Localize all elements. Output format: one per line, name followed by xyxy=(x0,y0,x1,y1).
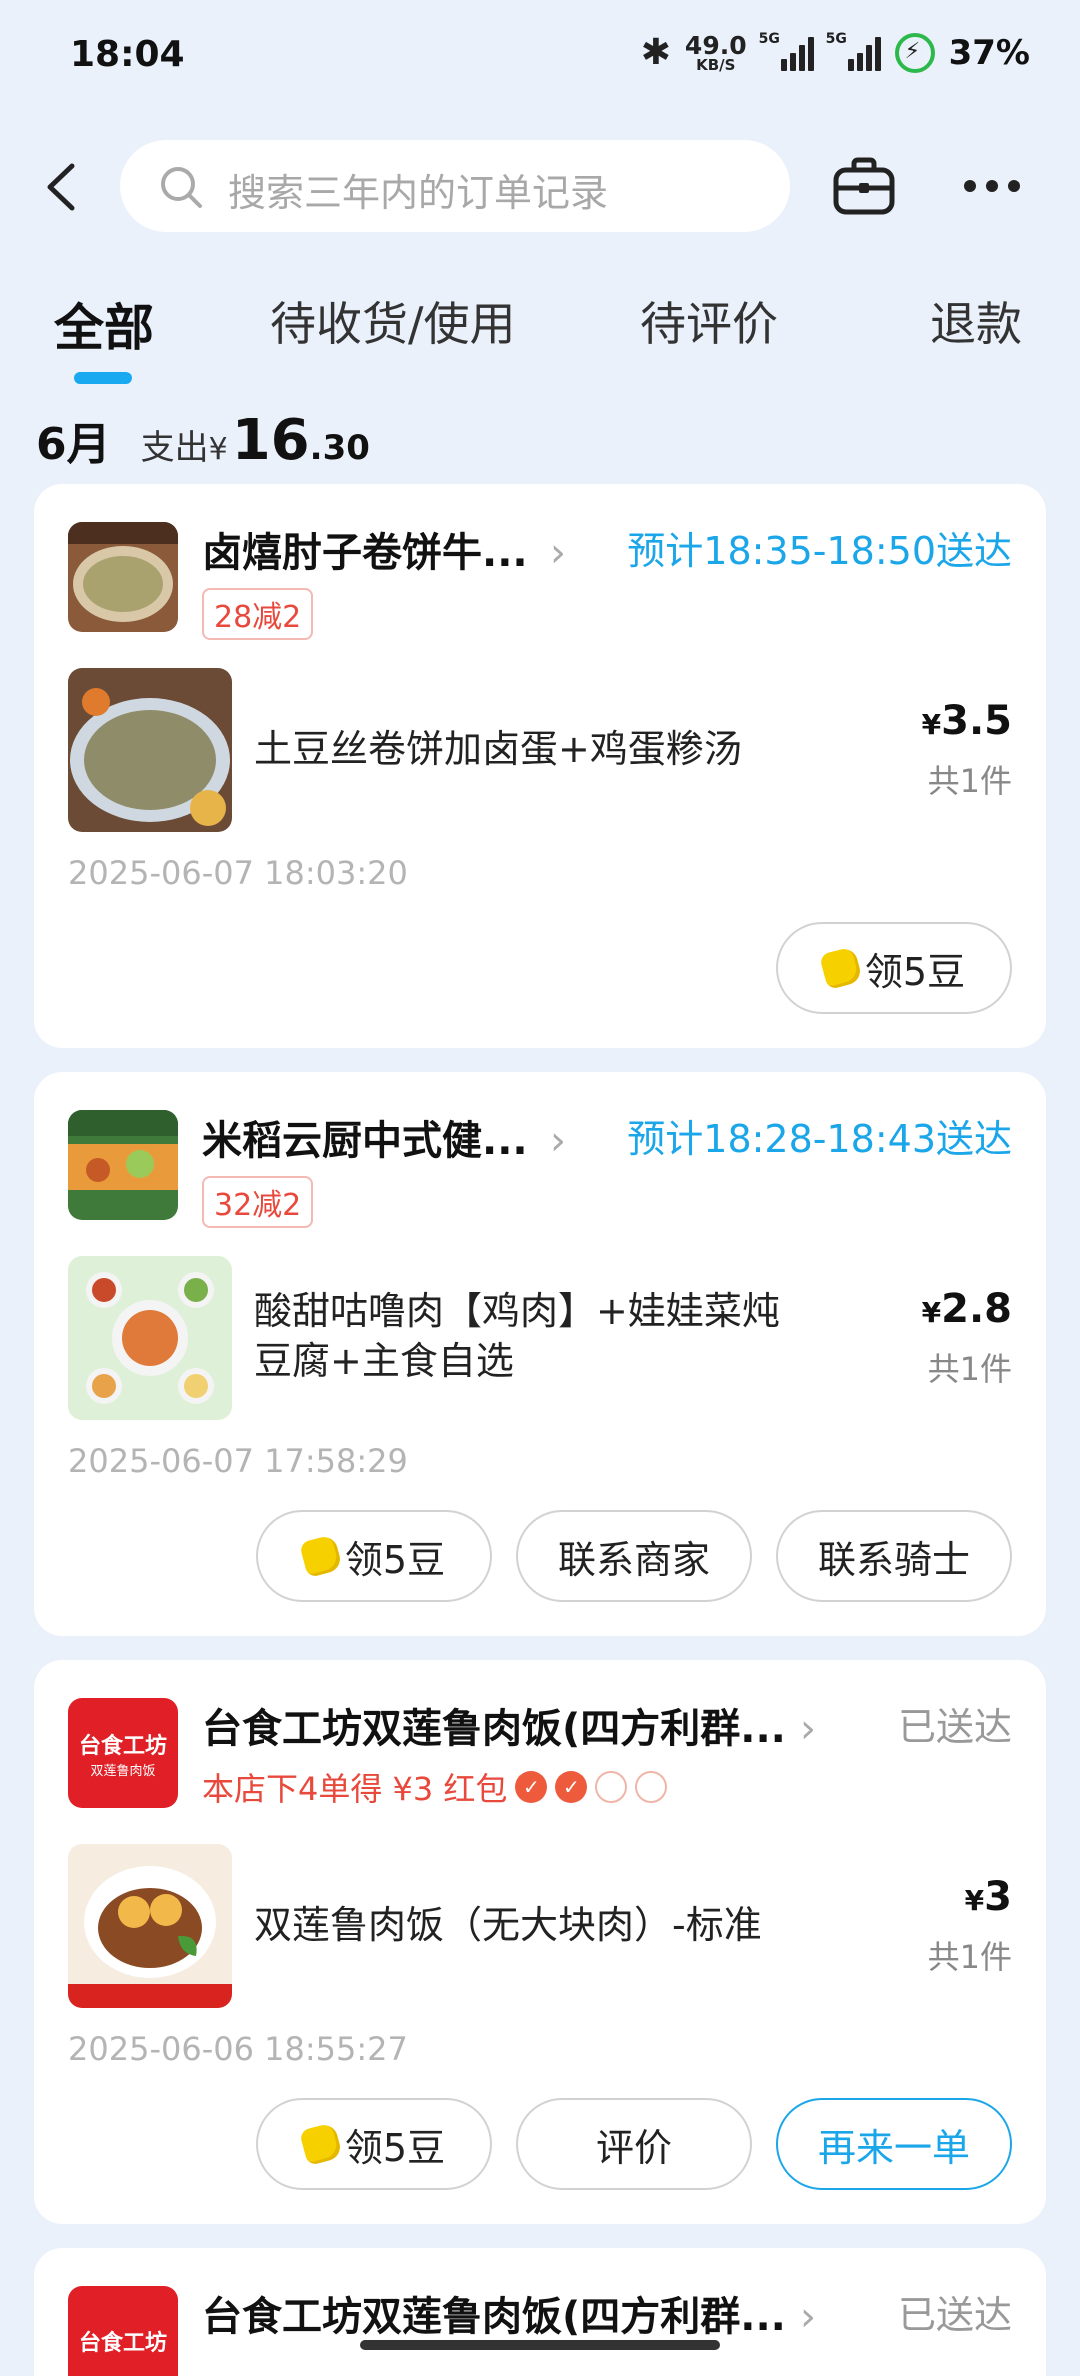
chevron-right-icon: › xyxy=(800,1706,816,1752)
item-name: 酸甜咕噜肉【鸡肉】+娃娃菜炖豆腐+主食自选 xyxy=(254,1289,780,1383)
claim-beans-button[interactable]: 领5豆 xyxy=(256,1510,492,1602)
order-time: 2025-06-06 18:55:27 xyxy=(68,2030,408,2068)
shop-logo: 台食工坊 xyxy=(68,2286,178,2376)
bluetooth-icon: ✱ xyxy=(640,32,671,73)
search-input[interactable]: 搜索三年内的订单记录 xyxy=(120,140,790,232)
promo-badge: 28减2 xyxy=(202,588,314,640)
battery-charging-icon xyxy=(894,32,935,73)
order-card[interactable]: 米稻云厨中式健... › 预计18:28-18:43送达 32减2 酸甜咕噜肉【… xyxy=(34,1072,1046,1636)
bean-icon xyxy=(818,945,863,991)
tab-indicator xyxy=(74,372,132,384)
status-bar: 18:04 ✱ 49.0 KB/S 5G 5G 37% xyxy=(0,0,1080,118)
delivery-status: 预计18:35-18:50送达 xyxy=(627,529,1012,573)
spend-currency: ¥ xyxy=(208,432,228,467)
spend-amount-dec: .30 xyxy=(309,428,370,468)
chevron-right-icon: › xyxy=(800,2294,816,2340)
briefcase-icon[interactable] xyxy=(832,156,896,216)
item-quantity: 共1件 xyxy=(927,762,1012,800)
order-time: 2025-06-07 17:58:29 xyxy=(68,1442,408,1480)
bean-icon xyxy=(298,1533,343,1579)
price-currency: ¥ xyxy=(921,1296,942,1329)
signal-label: 5G xyxy=(825,30,847,47)
delivery-status: 预计18:28-18:43送达 xyxy=(627,1117,1012,1161)
chevron-right-icon: › xyxy=(550,530,566,576)
order-card[interactable]: 台食工坊 双莲鲁肉饭 台食工坊双莲鲁肉饭(四方利群... › 已送达 本店下4单… xyxy=(34,1660,1046,2224)
claim-beans-button[interactable]: 领5豆 xyxy=(776,922,1012,1014)
shop-name[interactable]: 卤熺肘子卷饼牛... xyxy=(202,520,528,578)
back-icon[interactable] xyxy=(42,162,82,212)
food-image[interactable] xyxy=(68,668,232,832)
promo-badge: 32减2 xyxy=(202,1176,314,1228)
button-label: 领5豆 xyxy=(344,1537,446,1582)
item-price: ¥3.5 xyxy=(922,698,1012,744)
network-speed-unit: KB/S xyxy=(696,55,736,74)
item-name: 双莲鲁肉饭（无大块肉）-标准 xyxy=(254,1903,762,1947)
order-tabs: 全部 待收货/使用 待评价 退款 xyxy=(0,288,1080,398)
contact-rider-button[interactable]: 联系骑士 xyxy=(776,1510,1012,1602)
tab-pending-receipt[interactable]: 待收货/使用 xyxy=(270,288,516,354)
shop-name[interactable]: 台食工坊双莲鲁肉饭(四方利群... xyxy=(202,2284,786,2342)
month-summary: 6月 支出 ¥ 16 .30 xyxy=(36,408,370,473)
shop-logo: 台食工坊 双莲鲁肉饭 xyxy=(68,1698,178,1808)
contact-merchant-button[interactable]: 联系商家 xyxy=(516,1510,752,1602)
bean-icon xyxy=(298,2121,343,2167)
price-currency: ¥ xyxy=(964,1884,985,1917)
network-speed: 49.0 KB/S xyxy=(685,33,747,73)
logo-text: 台食工坊 xyxy=(78,1733,167,1759)
battery-percent: 37% xyxy=(948,32,1030,73)
item-name: 土豆丝卷饼加卤蛋+鸡蛋糁汤 xyxy=(254,727,742,771)
shop-name[interactable]: 米稻云厨中式健... xyxy=(202,1108,528,1166)
logo-text: 台食工坊 xyxy=(78,2331,167,2356)
tab-refund[interactable]: 退款 xyxy=(930,288,1022,354)
price-value: 2.8 xyxy=(941,1286,1012,1332)
check-empty-icon xyxy=(635,1771,668,1803)
button-label: 领5豆 xyxy=(344,2125,446,2170)
item-price: ¥3 xyxy=(965,1874,1012,1920)
shop-logo xyxy=(68,522,178,632)
delivery-status: 已送达 xyxy=(897,2293,1012,2337)
price-value: 3.5 xyxy=(941,698,1012,744)
shop-logo xyxy=(68,1110,178,1220)
order-card[interactable]: 台食工坊 台食工坊双莲鲁肉饭(四方利群... › 已送达 xyxy=(34,2248,1046,2376)
reorder-button[interactable]: 再来一单 xyxy=(776,2098,1012,2190)
tab-pending-review[interactable]: 待评价 xyxy=(640,288,778,354)
signal-label: 5G xyxy=(758,30,780,47)
price-value: 3 xyxy=(984,1874,1012,1920)
chevron-right-icon: › xyxy=(550,1118,566,1164)
price-currency: ¥ xyxy=(921,708,942,741)
order-time: 2025-06-07 18:03:20 xyxy=(68,854,408,892)
home-indicator[interactable] xyxy=(360,2340,720,2350)
check-filled-icon: ✓ xyxy=(515,1771,548,1803)
order-card[interactable]: 卤熺肘子卷饼牛... › 预计18:35-18:50送达 28减2 土豆丝卷饼加… xyxy=(34,484,1046,1048)
status-time: 18:04 xyxy=(70,34,185,75)
check-filled-icon: ✓ xyxy=(555,1771,588,1803)
delivery-status: 已送达 xyxy=(897,1705,1012,1749)
food-image[interactable] xyxy=(68,1844,232,2008)
month-label: 6月 xyxy=(36,419,111,470)
check-empty-icon xyxy=(595,1771,628,1803)
button-label: 领5豆 xyxy=(864,949,966,994)
promo-text: 本店下4单得 ¥3 红包 xyxy=(202,1770,508,1808)
item-quantity: 共1件 xyxy=(927,1938,1012,1976)
logo-subtext: 双莲鲁肉饭 xyxy=(90,1763,156,1779)
search-placeholder: 搜索三年内的订单记录 xyxy=(228,171,609,215)
signal-5g-icon: 5G xyxy=(759,31,814,71)
network-speed-value: 49.0 xyxy=(684,30,747,60)
tab-all[interactable]: 全部 xyxy=(54,288,154,360)
item-quantity: 共1件 xyxy=(927,1350,1012,1388)
spend-amount-int: 16 xyxy=(231,408,310,473)
shop-name[interactable]: 台食工坊双莲鲁肉饭(四方利群... xyxy=(202,1696,786,1754)
claim-beans-button[interactable]: 领5豆 xyxy=(256,2098,492,2190)
status-icons: ✱ 49.0 KB/S 5G 5G 37% xyxy=(640,31,1030,74)
food-image[interactable] xyxy=(68,1256,232,1420)
spend-label: 支出 xyxy=(140,428,209,468)
search-icon xyxy=(161,167,202,208)
promo-progress: 本店下4单得 ¥3 红包 ✓ ✓ xyxy=(202,1764,668,1810)
more-icon[interactable] xyxy=(964,180,1020,192)
review-button[interactable]: 评价 xyxy=(516,2098,752,2190)
header: 搜索三年内的订单记录 xyxy=(0,140,1080,236)
signal-5g-icon-2: 5G xyxy=(826,31,881,71)
item-price: ¥2.8 xyxy=(922,1286,1012,1332)
